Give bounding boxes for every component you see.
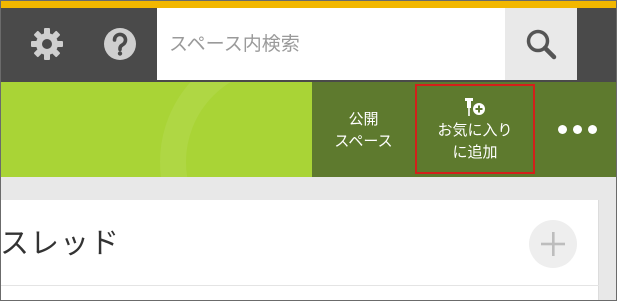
- search-button[interactable]: [505, 8, 577, 80]
- threads-title: スレッド: [0, 226, 121, 260]
- add-thread-button[interactable]: [529, 220, 577, 268]
- header-accent-stripe: [0, 0, 617, 8]
- add-favorite-label-line2: に追加: [452, 143, 498, 161]
- question-circle-icon[interactable]: [102, 26, 138, 62]
- add-favorite-button[interactable]: お気に入り に追加: [415, 84, 535, 174]
- banner-actions: 公開 スペース お気に入り に追加: [312, 82, 617, 177]
- pin-plus-icon: [465, 98, 485, 116]
- gear-icon[interactable]: [29, 26, 65, 62]
- more-dots-icon: [557, 125, 597, 134]
- threads-card: スレッド: [0, 200, 599, 301]
- public-space-label-line2: スペース: [334, 131, 393, 150]
- search-icon: [526, 29, 557, 60]
- header-edge: [577, 8, 617, 82]
- space-banner: 公開 スペース お気に入り に追加: [0, 82, 617, 177]
- public-space-button[interactable]: 公開 スペース: [312, 82, 415, 177]
- public-space-label-line1: 公開: [348, 109, 379, 128]
- plus-icon: [541, 232, 565, 256]
- card-divider: [0, 285, 599, 286]
- add-favorite-label-line1: お気に入り: [437, 121, 513, 139]
- more-menu-button[interactable]: [542, 82, 612, 177]
- search-input[interactable]: [157, 8, 505, 80]
